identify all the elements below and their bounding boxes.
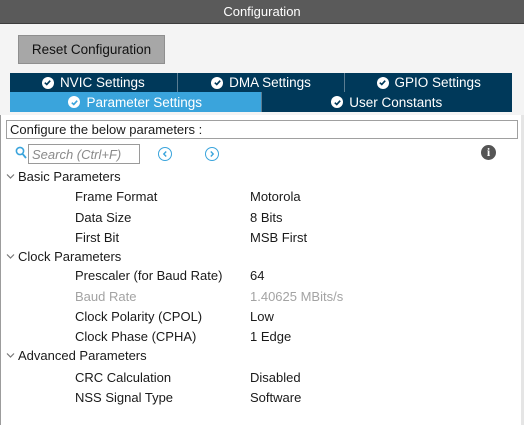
reset-configuration-button[interactable]: Reset Configuration: [18, 35, 165, 64]
check-circle-icon: [68, 96, 81, 108]
chevron-right-icon: [210, 151, 215, 157]
param-name-clock-phase: Clock Phase (CPHA): [75, 329, 197, 344]
group-advanced-parameters[interactable]: Advanced Parameters: [6, 347, 147, 365]
info-icon[interactable]: i: [481, 145, 496, 160]
window-title: Configuration: [0, 0, 524, 24]
param-value-clock-phase[interactable]: 1 Edge: [250, 328, 291, 346]
chevron-down-icon: [6, 353, 15, 358]
search-input[interactable]: [28, 144, 140, 164]
param-name-data-size: Data Size: [75, 210, 132, 225]
search-previous-button[interactable]: [158, 147, 172, 161]
tab-label: DMA Settings: [229, 75, 311, 90]
group-clock-parameters[interactable]: Clock Parameters: [6, 248, 122, 266]
group-label: Clock Parameters: [18, 249, 122, 264]
param-value-first-bit[interactable]: MSB First: [250, 229, 307, 247]
tab-label: User Constants: [349, 94, 443, 110]
param-name-prescaler: Prescaler (for Baud Rate): [75, 268, 223, 283]
tab-parameter-settings[interactable]: Parameter Settings: [10, 92, 262, 112]
settings-tabs-row-1: NVIC Settings DMA Settings GPIO Settings: [10, 73, 512, 92]
param-value-clock-polarity[interactable]: Low: [250, 308, 274, 326]
search-icon: [15, 146, 27, 160]
tab-label: Parameter Settings: [86, 94, 203, 110]
param-name-frame-format: Frame Format: [75, 189, 158, 204]
tab-label: GPIO Settings: [394, 75, 481, 90]
param-value-baud-rate: 1.40625 MBits/s: [250, 289, 344, 304]
settings-tabs-row-2: Parameter Settings User Constants: [10, 92, 512, 112]
check-circle-icon: [211, 76, 224, 89]
tab-dma-settings[interactable]: DMA Settings: [178, 73, 346, 92]
group-basic-parameters[interactable]: Basic Parameters: [6, 168, 121, 186]
chevron-down-icon: [6, 174, 15, 179]
tab-gpio-settings[interactable]: GPIO Settings: [345, 73, 512, 92]
tab-label: NVIC Settings: [59, 75, 145, 90]
param-value-nss-signal-type[interactable]: Software: [250, 389, 301, 407]
param-name-clock-polarity: Clock Polarity (CPOL): [75, 309, 203, 324]
param-value-prescaler[interactable]: 64: [250, 267, 264, 285]
tab-user-constants[interactable]: User Constants: [261, 92, 512, 112]
check-circle-icon: [41, 76, 54, 89]
param-name-nss-signal-type: NSS Signal Type: [75, 390, 174, 405]
group-label: Basic Parameters: [18, 169, 121, 184]
check-circle-icon: [376, 76, 389, 89]
parameters-description: Configure the below parameters :: [6, 120, 518, 139]
chevron-down-icon: [6, 254, 15, 259]
chevron-left-icon: [162, 151, 167, 157]
tab-nvic-settings[interactable]: NVIC Settings: [10, 73, 178, 92]
param-name-baud-rate: Baud Rate: [75, 289, 137, 304]
check-circle-icon: [331, 96, 344, 108]
param-value-frame-format[interactable]: Motorola: [250, 188, 301, 206]
param-value-crc-calculation[interactable]: Disabled: [250, 369, 301, 387]
param-name-first-bit: First Bit: [75, 230, 120, 245]
search-next-button[interactable]: [205, 147, 219, 161]
param-value-data-size[interactable]: 8 Bits: [250, 209, 283, 227]
group-label: Advanced Parameters: [18, 348, 147, 363]
param-name-crc-calculation: CRC Calculation: [75, 370, 172, 385]
